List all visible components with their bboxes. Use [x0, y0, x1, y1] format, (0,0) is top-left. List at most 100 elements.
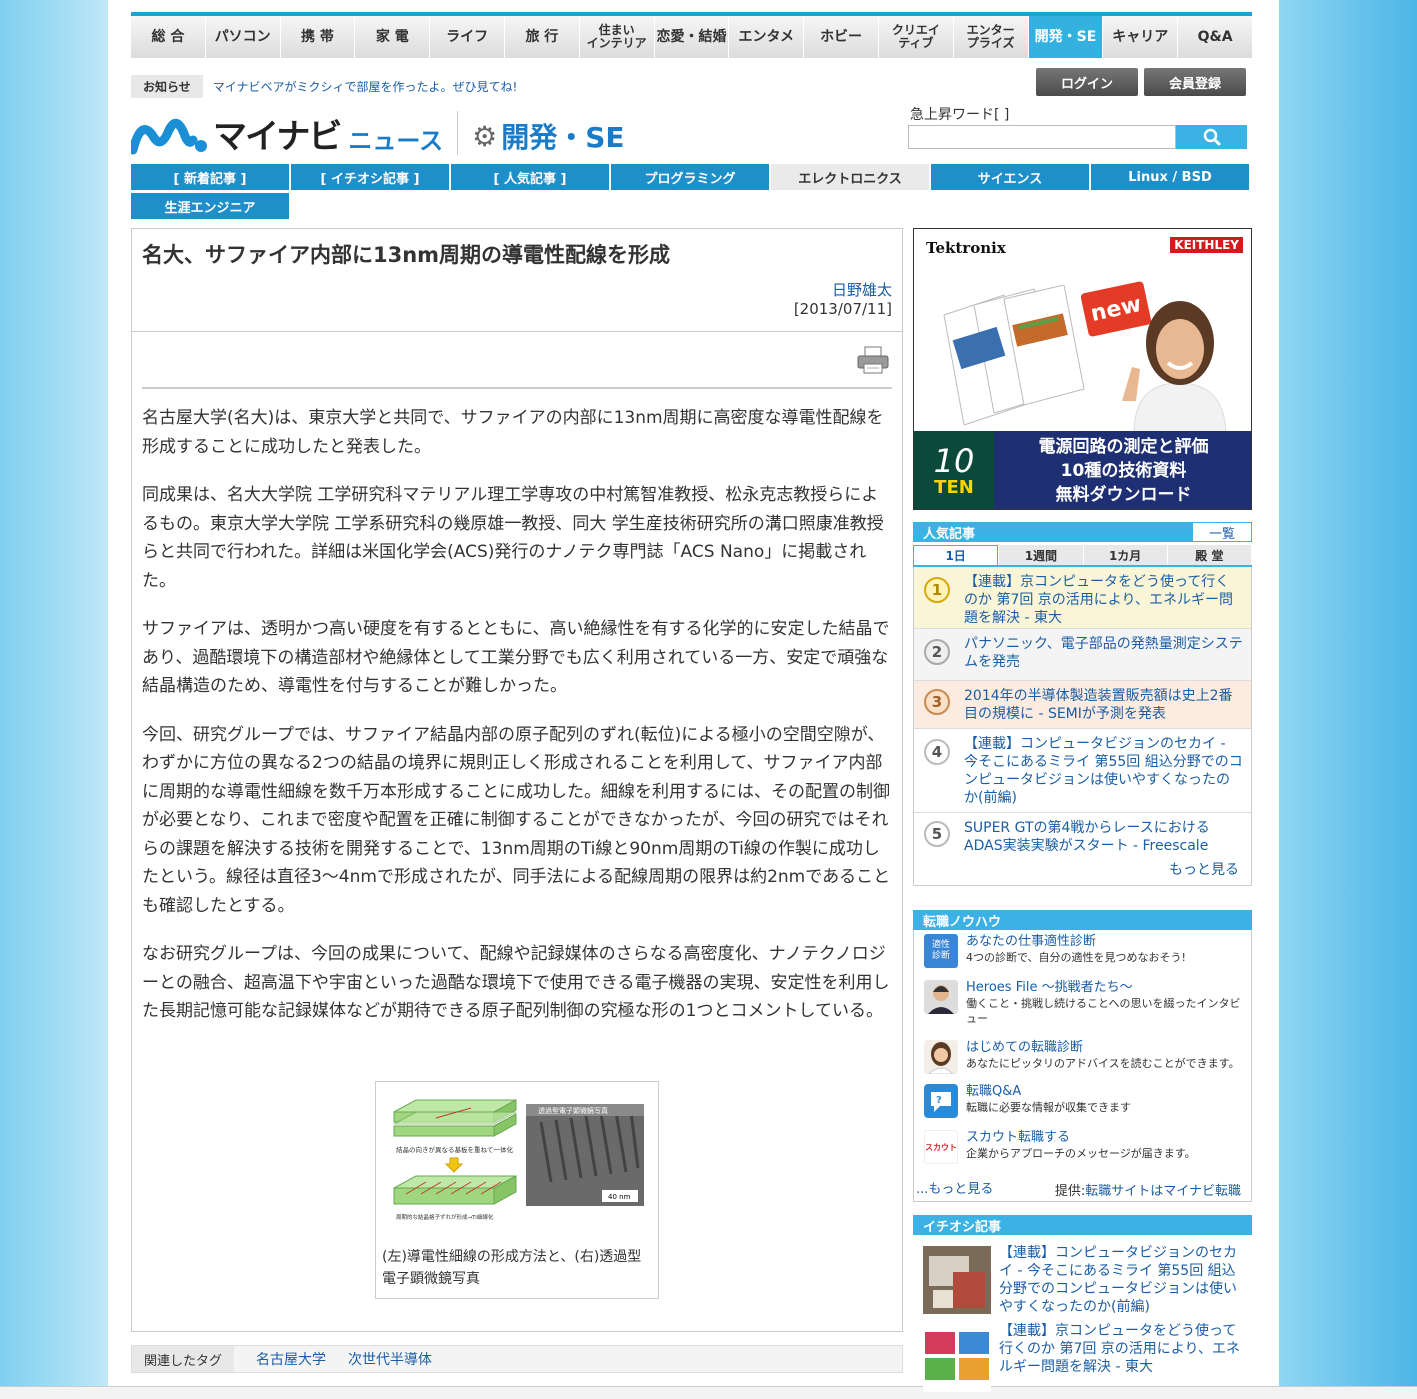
logo-news: ニュース	[348, 126, 444, 155]
divider	[132, 331, 902, 332]
ranking-list: 1 【連載】京コンピュータをどう使って行くのか 第7回 京の活用により、エネルギ…	[913, 567, 1252, 886]
featured-item-title[interactable]: 【連載】京コンピュータをどう使って行くのか 第7回 京の活用により、エネルギー問…	[999, 1318, 1252, 1392]
article-figure[interactable]: 結晶の向きが異なる基板を重ねて一体化 周期的な結晶格子ずれが形成→Ti細線化 透…	[375, 1081, 659, 1299]
provider-prefix: 提供:	[1054, 1184, 1086, 1199]
featured-item[interactable]: 【連載】コンピュータビジョンのセカイ - 今そこにあるミライ 第55回 組込分野…	[913, 1240, 1252, 1316]
related-tags: 関連したタグ 名古屋大学 次世代半導体	[131, 1345, 903, 1373]
career-item[interactable]: スカウト スカウト転職する 企業からアプローチのメッセージが届きます。	[914, 1126, 1251, 1172]
section-nav: [ 新着記事 ] [ イチオシ記事 ] [ 人気記事 ] プログラミング エレク…	[131, 164, 1252, 219]
subnav-new-articles[interactable]: [ 新着記事 ]	[131, 164, 289, 190]
scout-icon: スカウト	[924, 1130, 958, 1164]
career-item-title[interactable]: はじめての転職診断	[966, 1040, 1240, 1056]
subnav-popular[interactable]: [ 人気記事 ]	[451, 164, 609, 190]
search-input[interactable]	[908, 125, 1176, 149]
article-author[interactable]: 日野雄太	[832, 279, 892, 300]
tab-hall-of-fame[interactable]: 殿 堂	[1167, 545, 1251, 565]
featured-item[interactable]: 【連載】京コンピュータをどう使って行くのか 第7回 京の活用により、エネルギー問…	[913, 1318, 1252, 1392]
nav-item-hobby[interactable]: ホビー	[804, 16, 879, 58]
featured-articles-header: イチオシ記事	[913, 1215, 1252, 1235]
ranking-more-link[interactable]: もっと見る	[1169, 859, 1239, 879]
career-item-title[interactable]: Heroes File ～挑戦者たち～	[966, 980, 1251, 996]
figure-label-ti: 周期的な結晶格子ずれが形成→Ti細線化	[396, 1213, 494, 1221]
career-more-link[interactable]: ...もっと見る	[916, 1178, 993, 1197]
ad-brand-tektronix: Tektronix	[926, 239, 1006, 257]
nav-item-enterprise[interactable]: エンター プライズ	[953, 16, 1029, 58]
career-provider: 提供:転職サイトはマイナビ転職	[1055, 1180, 1241, 1199]
article-paragraph: サファイアは、透明かつ高い硬度を有するとともに、高い絶縁性を有する化学的に安定し…	[142, 619, 890, 696]
subnav-featured[interactable]: [ イチオシ記事 ]	[291, 164, 449, 190]
ranking-item-title[interactable]: 【連載】コンピュータビジョンのセカイ - 今そこにあるミライ 第55回 組込分野…	[960, 729, 1251, 812]
login-button[interactable]: ログイン	[1036, 68, 1138, 96]
notice-label: お知らせ	[131, 74, 203, 98]
nav-item-kaihatsu-se[interactable]: 開発・SE	[1028, 16, 1104, 58]
subnav-electronics[interactable]: エレクトロニクス	[771, 164, 929, 190]
career-item-desc: 転職に必要な情報が収集できます	[966, 1101, 1131, 1114]
figure-scale-label: 40 nm	[608, 1193, 631, 1201]
ranking-item[interactable]: 2 パナソニック、電子部品の発熱量測定システムを発売	[914, 629, 1251, 681]
nav-item-kaden[interactable]: 家 電	[355, 16, 431, 58]
provider-link[interactable]: 転職サイトはマイナビ転職	[1085, 1184, 1241, 1199]
ranking-item-title[interactable]: 2014年の半導体製造装置販売額は史上2番目の規模に - SEMIが予測を発表	[960, 681, 1251, 728]
print-icon[interactable]	[856, 345, 890, 375]
section-logo[interactable]: ⚙ 開発・SE	[472, 116, 624, 156]
career-item[interactable]: ? 転職Q&A 転職に必要な情報が収集できます	[914, 1080, 1251, 1126]
advertisement-banner[interactable]: Tektronix KEITHLEY new 10 TEN 電源回路の測定と評価…	[913, 228, 1252, 510]
nav-item-sumai[interactable]: 住まい インテリア	[579, 16, 655, 58]
search-icon	[1203, 128, 1220, 146]
featured-thumbnail	[923, 1324, 991, 1392]
featured-item-title[interactable]: 【連載】コンピュータビジョンのセカイ - 今そこにあるミライ 第55回 組込分野…	[999, 1240, 1252, 1316]
career-knowhow-list: 適性 診断 あなたの仕事適性診断 4つの診断で、自分の適性を見つめなおそう! H…	[913, 930, 1252, 1202]
ranking-item-title[interactable]: SUPER GTの第4戦からレースにおけるADAS実装実験がスタート - Fre…	[960, 813, 1251, 857]
ranking-item[interactable]: 5 SUPER GTの第4戦からレースにおけるADAS実装実験がスタート - F…	[914, 813, 1251, 857]
career-item-desc: 4つの診断で、自分の適性を見つめなおそう!	[966, 951, 1186, 964]
tag-link[interactable]: 名古屋大学	[256, 1349, 326, 1369]
rank-badge: 5	[924, 821, 950, 847]
trending-words-label: 急上昇ワード[ ]	[910, 107, 1010, 123]
nav-item-career[interactable]: キャリア	[1103, 16, 1179, 58]
nav-item-qa[interactable]: Q&A	[1178, 16, 1252, 58]
subnav-programming[interactable]: プログラミング	[611, 164, 769, 190]
career-item[interactable]: 適性 診断 あなたの仕事適性診断 4つの診断で、自分の適性を見つめなおそう!	[914, 930, 1251, 976]
career-item[interactable]: はじめての転職診断 あなたにピッタリのアドバイスを読むことができます。	[914, 1036, 1251, 1082]
career-item[interactable]: Heroes File ～挑戦者たち～ 働くこと・挑戦し続けることへの思いを綴っ…	[914, 976, 1251, 1025]
tab-1-day[interactable]: 1日	[913, 545, 999, 565]
career-item-title[interactable]: あなたの仕事適性診断	[966, 934, 1186, 950]
qa-speech-bubble-icon: ?	[924, 1084, 958, 1118]
hero-portrait-icon	[924, 980, 958, 1014]
popular-articles-title: 人気記事	[923, 526, 976, 542]
nav-item-keitai[interactable]: 携 帯	[280, 16, 356, 58]
nav-item-entame[interactable]: エンタメ	[729, 16, 805, 58]
tag-link[interactable]: 次世代半導体	[348, 1349, 432, 1369]
rank-badge-silver: 2	[924, 639, 950, 665]
section-title: 開発・SE	[501, 121, 625, 154]
subnav-lifetime-engineer[interactable]: 生涯エンジニア	[131, 193, 289, 219]
ad-brand-keithley: KEITHLEY	[1170, 237, 1243, 253]
ranking-item-title[interactable]: 【連載】京コンピュータをどう使って行くのか 第7回 京の活用により、エネルギー問…	[960, 567, 1251, 628]
subnav-linux-bsd[interactable]: Linux / BSD	[1091, 164, 1249, 190]
tab-1-month[interactable]: 1カ月	[1083, 545, 1167, 565]
figure-label-tem: 透過型電子顕微鏡写真	[538, 1106, 608, 1115]
register-button[interactable]: 会員登録	[1144, 68, 1246, 96]
nav-item-pasokon[interactable]: パソコン	[205, 16, 281, 58]
popular-articles-all-link[interactable]: 一覧	[1192, 522, 1252, 542]
ranking-item-title[interactable]: パナソニック、電子部品の発熱量測定システムを発売	[960, 629, 1251, 680]
ranking-item[interactable]: 3 2014年の半導体製造装置販売額は史上2番目の規模に - SEMIが予測を発…	[914, 681, 1251, 729]
tab-1-week[interactable]: 1週間	[999, 545, 1083, 565]
rank-badge-bronze: 3	[924, 689, 950, 715]
nav-item-ryoko[interactable]: 旅 行	[504, 16, 580, 58]
career-item-title[interactable]: スカウト転職する	[966, 1130, 1196, 1146]
notice-link[interactable]: マイナビベアがミクシィで部屋を作ったよ。ぜひ見てね!	[213, 78, 518, 95]
ad-model-photo	[1122, 301, 1227, 433]
article: 名大、サファイア内部に13nm周期の導電性配線を形成 日野雄太 [2013/07…	[131, 228, 903, 1332]
subnav-science[interactable]: サイエンス	[931, 164, 1089, 190]
nav-item-renai[interactable]: 恋愛・結婚	[654, 16, 730, 58]
ranking-item[interactable]: 4 【連載】コンピュータビジョンのセカイ - 今そこにあるミライ 第55回 組込…	[914, 729, 1251, 813]
nav-item-sogo[interactable]: 総 合	[131, 16, 206, 58]
ad-text: 電源回路の測定と評価 10種の技術資料 無料ダウンロード	[994, 431, 1251, 509]
nav-item-life[interactable]: ライフ	[430, 16, 505, 58]
ranking-item[interactable]: 1 【連載】京コンピュータをどう使って行くのか 第7回 京の活用により、エネルギ…	[914, 567, 1251, 629]
nav-item-creative[interactable]: クリエイ ティブ	[878, 16, 954, 58]
site-logo[interactable]: マイナビ ニュース ⚙ 開発・SE	[131, 108, 625, 158]
career-item-title[interactable]: 転職Q&A	[966, 1084, 1131, 1100]
search-button[interactable]	[1176, 125, 1247, 149]
